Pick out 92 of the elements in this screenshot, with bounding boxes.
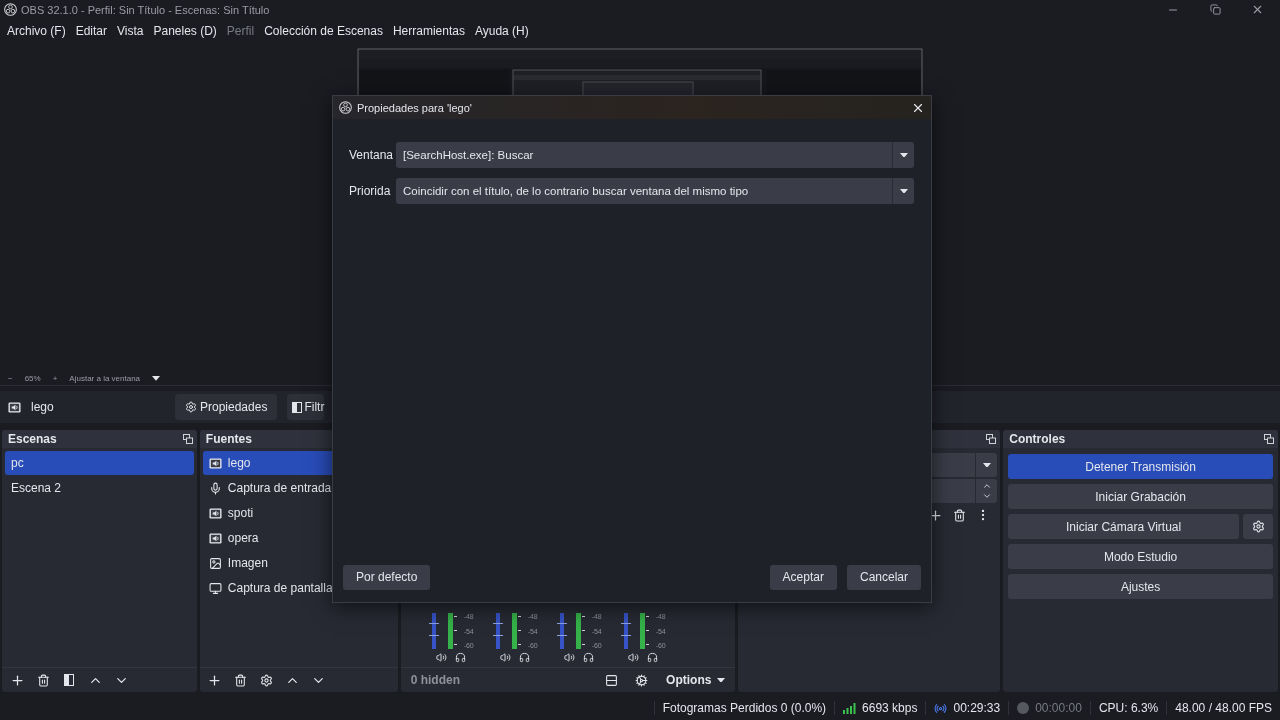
caret-icon — [899, 152, 908, 158]
filters-button[interactable]: Filtr — [287, 394, 325, 420]
fps: 48.00 / 48.00 FPS — [1175, 701, 1272, 715]
plus-icon[interactable] — [9, 672, 25, 688]
source-name: Captura de entrada — [227, 481, 332, 495]
trash-icon[interactable] — [36, 673, 50, 687]
window-speaker-icon — [208, 506, 222, 520]
window-title: OBS 32.1.0 - Perfil: Sin Título - Escenas: Sin Título — [21, 3, 271, 16]
menu-item[interactable]: Colección de Escenas — [259, 23, 388, 38]
trash-icon[interactable] — [952, 508, 966, 522]
hidden-count: 0 hidden — [409, 673, 462, 687]
filter-icon[interactable] — [64, 674, 74, 686]
selected-source-name: lego — [31, 400, 55, 414]
logo-icon — [4, 3, 17, 16]
layout-icon[interactable] — [604, 673, 618, 687]
settings-icon — [1251, 520, 1265, 533]
zoom-in-button[interactable]: + — [52, 374, 58, 383]
filter-icon — [292, 401, 303, 413]
source-name: spoti — [227, 506, 254, 520]
scene-item[interactable]: Escena 2 — [5, 476, 194, 500]
source-item[interactable]: spoti — [202, 501, 395, 525]
monitor-icon — [208, 581, 222, 595]
menu-item[interactable]: Ayuda (H) — [469, 23, 534, 38]
caret-icon — [152, 376, 161, 381]
control-button[interactable]: Detener Transmisión — [1008, 454, 1273, 479]
restore-icon[interactable] — [1209, 4, 1221, 15]
undock-icon[interactable] — [1264, 434, 1274, 444]
control-button[interactable]: Ajustes — [1008, 574, 1273, 599]
microphone-icon — [208, 481, 222, 495]
dropdown[interactable]: Coincidir con el título, de lo contrario buscar ventana del mismo tipo — [396, 178, 914, 204]
plus-icon[interactable] — [207, 672, 223, 688]
gear-icon — [185, 401, 197, 413]
speaker-icon[interactable] — [563, 652, 575, 663]
bitrate: 6693 kbps — [862, 701, 918, 715]
headphones-icon[interactable] — [454, 652, 466, 663]
source-item[interactable]: opera — [202, 526, 395, 550]
fit-window-option[interactable]: Ajustar a la ventana — [69, 374, 141, 383]
defaults-button[interactable]: Por defecto — [343, 564, 431, 590]
options-button[interactable]: Options — [656, 673, 736, 687]
undock-icon[interactable] — [182, 434, 193, 444]
decrement-icon — [981, 491, 992, 501]
cpu-usage: CPU: 6.3% — [1098, 701, 1159, 715]
source-name: Captura de pantalla — [227, 581, 333, 595]
logo-icon — [339, 101, 352, 114]
caret-icon — [717, 677, 726, 683]
undock-icon[interactable] — [986, 434, 997, 444]
headphones-icon[interactable] — [646, 652, 658, 663]
menu-item[interactable]: Editar — [70, 23, 113, 38]
stream-time: 00:29:33 — [953, 701, 1001, 715]
properties-button[interactable]: Propiedades — [175, 394, 278, 420]
menu-item[interactable]: Vista — [112, 23, 149, 38]
control-button[interactable]: Iniciar Cámara Virtual — [1008, 514, 1239, 539]
trash-icon[interactable] — [234, 673, 248, 687]
source-name: lego — [227, 456, 251, 470]
accept-button[interactable]: Aceptar — [769, 564, 837, 590]
field-label: Priorida — [349, 184, 392, 198]
menu-item[interactable]: Archivo (F) — [2, 23, 71, 38]
menu-item[interactable]: Herramientas — [387, 23, 470, 38]
cancel-button[interactable]: Cancelar — [846, 564, 921, 590]
scene-item[interactable]: pc — [5, 451, 194, 475]
signal-icon — [843, 702, 857, 714]
dropped-frames: Fotogramas Perdidos 0 (0.0%) — [662, 701, 827, 715]
speaker-icon[interactable] — [499, 652, 511, 663]
menu-item[interactable]: Paneles (D) — [148, 23, 222, 38]
speaker-icon[interactable] — [435, 652, 447, 663]
dialog-title: Propiedades para 'lego' — [357, 101, 473, 114]
caret-icon — [982, 462, 991, 468]
source-name: Imagen — [227, 556, 268, 570]
headphones-icon[interactable] — [518, 652, 530, 663]
panel-title: Controles — [1009, 432, 1066, 446]
source-item[interactable]: Captura de entrada — [202, 476, 395, 500]
window-speaker-icon — [208, 531, 222, 545]
dropdown[interactable]: [SearchHost.exe]: Buscar — [396, 142, 914, 168]
source-name: opera — [227, 531, 259, 545]
window-speaker-icon — [208, 456, 222, 470]
record-time: 00:00:00 — [1035, 701, 1082, 715]
panel-title: Escenas — [8, 432, 57, 446]
settings-icon[interactable] — [634, 673, 648, 687]
control-button[interactable]: Iniciar Grabación — [1008, 484, 1273, 509]
field-label: Ventana — [349, 148, 395, 162]
increment-icon — [981, 481, 992, 491]
window-speaker-icon — [8, 400, 21, 414]
settings-icon[interactable] — [260, 673, 274, 687]
headphones-icon[interactable] — [582, 652, 594, 663]
zoom-level: 65% — [24, 374, 41, 383]
panel-title: Fuentes — [205, 432, 252, 446]
zoom-out-button[interactable]: − — [8, 374, 13, 383]
speaker-icon[interactable] — [627, 652, 639, 663]
control-button[interactable]: Modo Estudio — [1008, 544, 1273, 569]
image-icon — [208, 556, 222, 570]
caret-icon — [899, 188, 908, 194]
settings-button[interactable] — [1243, 514, 1273, 539]
